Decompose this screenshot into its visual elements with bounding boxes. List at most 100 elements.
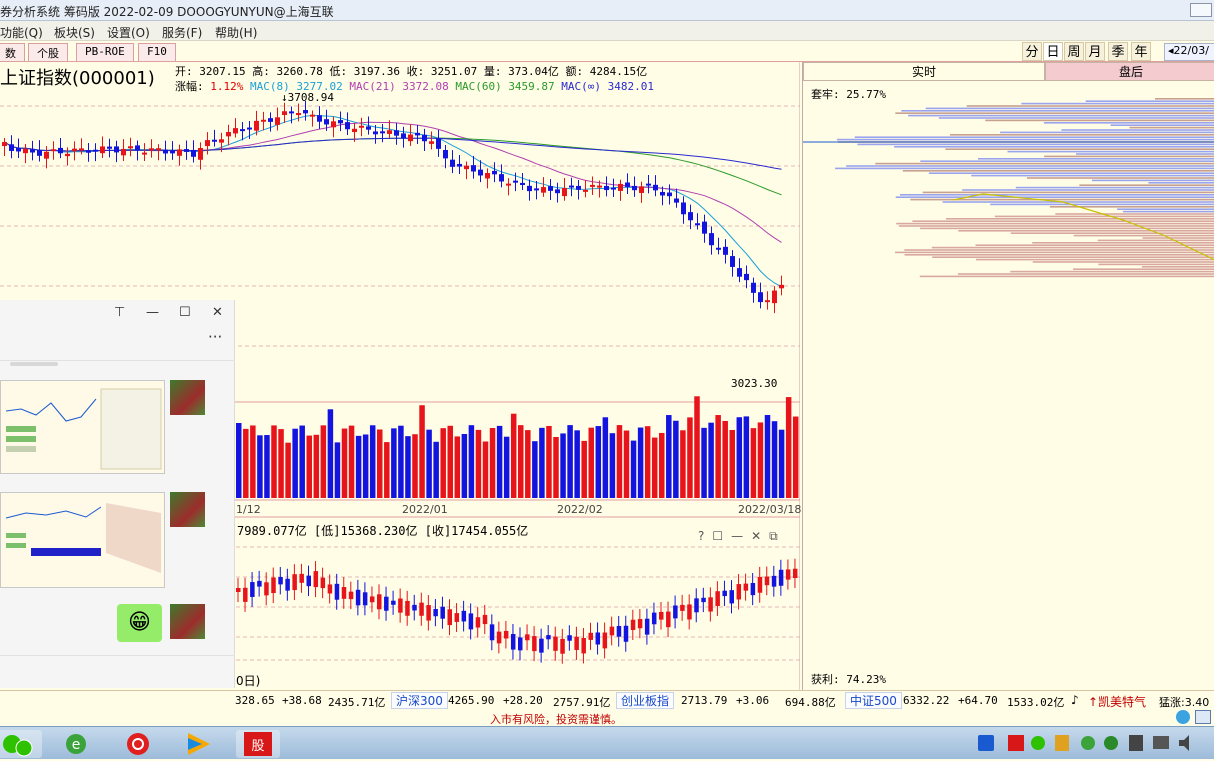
tab-stock[interactable]: 个股 — [28, 43, 68, 61]
tab-index[interactable]: 数 — [0, 43, 25, 61]
candle-body — [331, 121, 336, 128]
chip-bar — [990, 203, 1214, 206]
period-quarter[interactable]: 季 — [1108, 42, 1128, 61]
restore-button[interactable] — [1190, 3, 1212, 17]
maximize-button[interactable]: ☐ — [179, 305, 191, 320]
chip-bar — [1010, 232, 1214, 234]
chip-bar — [1075, 153, 1214, 155]
candle-body — [506, 183, 511, 186]
candle-body — [708, 597, 713, 612]
chip-bar — [946, 218, 1214, 220]
csi500-button[interactable]: 中证500 — [845, 692, 902, 709]
candle-body — [779, 284, 784, 289]
chip-bar — [857, 143, 1214, 146]
stock-app-icon[interactable]: 股 — [236, 730, 280, 758]
tab-after-hours[interactable]: 盘后 — [1045, 62, 1214, 81]
menu-help[interactable]: 帮助(H) — [215, 24, 257, 41]
candle-body — [457, 163, 462, 167]
csi500-amount: 1533.02亿 — [1007, 696, 1065, 709]
menu-function[interactable]: 功能(Q) — [0, 24, 43, 41]
candle-body — [369, 596, 375, 603]
date-selector[interactable]: ◂22/03/ — [1164, 43, 1214, 61]
candle-body — [730, 256, 735, 267]
tab-bar: 数 个股 PB-ROE F10 分 日 周 月 季 年 ◂22/03/ — [0, 41, 1214, 62]
chip-bar — [1043, 122, 1214, 124]
candle-body — [268, 118, 273, 122]
layout-icon[interactable] — [1195, 710, 1211, 724]
volume-bar — [327, 409, 334, 498]
screenshot-thumbnail[interactable] — [0, 380, 165, 474]
chip-bar — [898, 225, 1214, 227]
csi300-button[interactable]: 沪深300 — [391, 692, 448, 709]
menu-settings[interactable]: 设置(O) — [107, 24, 150, 41]
volume-bar — [285, 442, 291, 498]
candle-body — [163, 149, 168, 154]
chip-bar — [1142, 237, 1214, 239]
chip-bar — [1098, 263, 1214, 266]
menu-service[interactable]: 服务(F) — [162, 24, 202, 41]
tab-f10[interactable]: F10 — [138, 43, 176, 61]
status-bar: 328.65 +38.68 2435.71亿 沪深300 4265.90 +28… — [0, 690, 1214, 710]
avatar[interactable] — [170, 492, 205, 527]
period-year[interactable]: 年 — [1131, 42, 1151, 61]
menu-sector[interactable]: 板块(S) — [54, 24, 95, 41]
news-ticker[interactable]: ↑凯美特气 — [1088, 693, 1146, 710]
candle-body — [574, 636, 579, 650]
volume-bar — [792, 416, 799, 498]
low-marker: 3023.30 — [731, 377, 778, 390]
close-button[interactable]: ✕ — [212, 305, 223, 320]
help-icon[interactable] — [1176, 710, 1190, 724]
period-minute[interactable]: 分 — [1022, 42, 1042, 61]
wechat-icon[interactable] — [0, 730, 42, 758]
avatar[interactable] — [170, 380, 205, 415]
pin-icon[interactable]: ⊤ — [114, 305, 125, 320]
candle-body — [548, 186, 553, 191]
chip-bar — [949, 134, 1214, 136]
candle-body — [292, 574, 297, 591]
candle-body — [694, 598, 699, 613]
period-day[interactable]: 日 — [1043, 42, 1063, 61]
volume-bar — [722, 420, 728, 498]
chip-bar — [1091, 179, 1214, 182]
candle-body — [532, 636, 537, 652]
netease-music-icon[interactable] — [116, 730, 160, 758]
candle-body — [299, 573, 304, 583]
tab-realtime[interactable]: 实时 — [803, 62, 1045, 81]
horn-icon[interactable]: ♪ — [1071, 693, 1079, 707]
period-week[interactable]: 周 — [1064, 42, 1084, 61]
thumbnail-chart-icon — [1, 381, 164, 473]
emoji-message[interactable]: 😁 — [117, 604, 162, 642]
minimize-button[interactable]: — — [146, 305, 159, 320]
divider — [0, 655, 235, 656]
avatar[interactable] — [170, 604, 205, 639]
volume-bar — [348, 425, 355, 498]
tab-pb-roe[interactable]: PB-ROE — [76, 43, 134, 61]
volume-bar — [666, 415, 672, 498]
candle-body — [366, 126, 371, 130]
chat-popup[interactable]: ⊤ — ☐ ✕ ··· 😁 — [0, 300, 235, 688]
volume-bar — [426, 429, 432, 498]
chip-bar — [1007, 150, 1214, 153]
media-player-icon[interactable] — [176, 730, 220, 758]
candle-body — [750, 583, 756, 596]
candle-body — [588, 632, 593, 640]
period-month[interactable]: 月 — [1085, 42, 1105, 61]
chinext-button[interactable]: 创业板指 — [616, 692, 675, 709]
chip-bar — [1122, 210, 1214, 213]
candle-body — [454, 613, 460, 622]
system-tray[interactable] — [975, 729, 1214, 759]
profit-ratio: 获利: 74.23% — [811, 673, 886, 686]
candle-body — [233, 128, 238, 134]
candle-body — [170, 150, 175, 154]
candle-body — [569, 185, 574, 188]
candle-body — [695, 223, 700, 226]
screenshot-thumbnail[interactable] — [0, 492, 165, 588]
lower-panel-controls[interactable]: ?☐—✕⧉ — [698, 529, 786, 544]
volume-bar — [412, 434, 418, 498]
chip-bar — [1015, 186, 1214, 189]
ie-icon[interactable]: e — [54, 730, 98, 758]
scroll-handle[interactable] — [10, 362, 58, 366]
more-icon[interactable]: ··· — [208, 328, 222, 346]
chip-bar — [895, 112, 1214, 114]
candle-body — [792, 568, 798, 579]
